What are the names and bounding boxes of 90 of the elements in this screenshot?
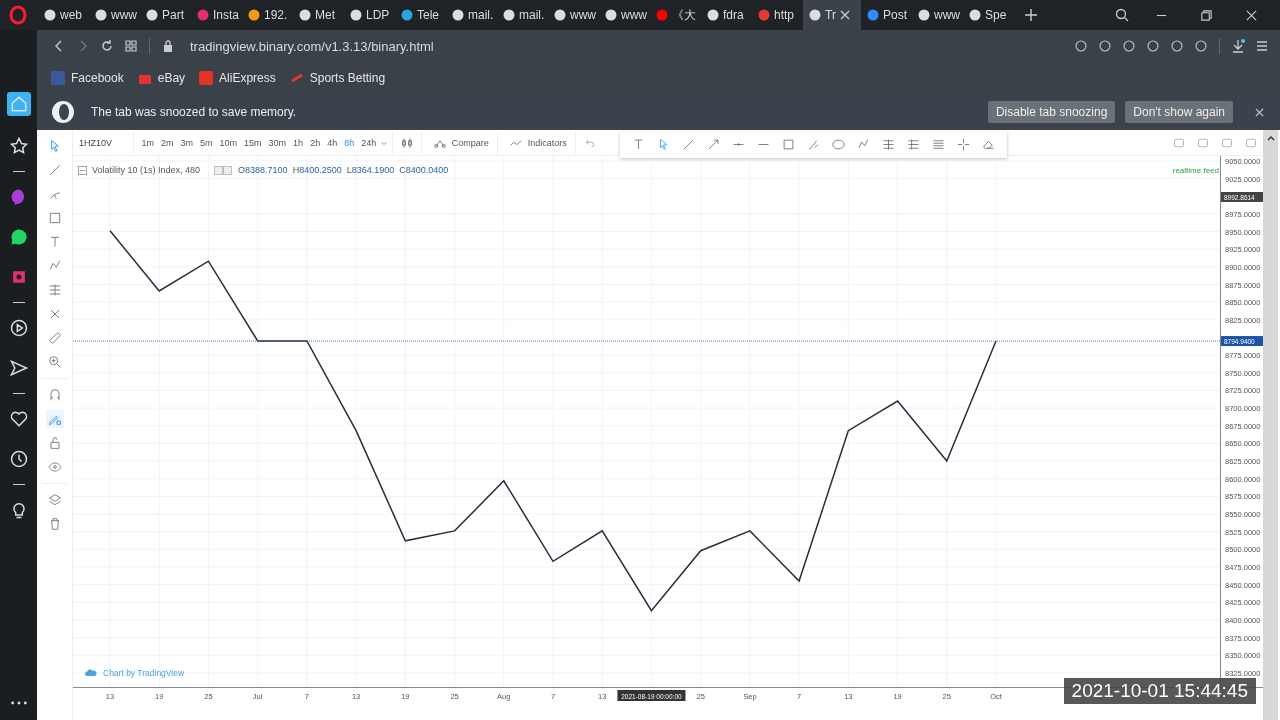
browser-tab[interactable]: Post [861, 0, 912, 30]
site-icon [350, 9, 362, 21]
browser-tab[interactable]: 《大 [650, 0, 701, 30]
collapse-icon[interactable] [78, 165, 87, 175]
site-icon [758, 9, 770, 21]
interval-button[interactable]: 1m [138, 137, 158, 148]
site-icon [248, 9, 260, 21]
new-tab-icon[interactable] [1024, 8, 1038, 22]
opera-logo-icon [51, 100, 75, 124]
browser-tab[interactable]: Tele [395, 0, 446, 30]
grid-icon[interactable] [124, 39, 138, 53]
notice-button[interactable]: Disable tab snoozing [987, 101, 1116, 123]
site-icon [95, 9, 107, 21]
bookmark-link[interactable]: eBay [157, 71, 186, 85]
browser-tab[interactable]: web [38, 0, 89, 30]
interval-button[interactable]: 2m [157, 137, 178, 148]
notice-message: The tab was snoozed to save memory. [91, 105, 297, 119]
compare-button[interactable]: Compare [425, 136, 493, 149]
slash-icon [289, 71, 304, 85]
facebook-icon [51, 71, 65, 85]
lock-icon [161, 39, 175, 53]
cloud-icon [85, 669, 97, 677]
download-icon[interactable] [1231, 39, 1245, 53]
whatsapp-icon[interactable] [8, 227, 29, 247]
ohlc-value: H8400.2500 [292, 165, 342, 175]
browser-tab[interactable]: mail. [497, 0, 548, 30]
interval-button[interactable]: 4h [323, 137, 341, 148]
star-icon[interactable] [8, 136, 29, 156]
browser-tab[interactable]: http [752, 0, 803, 30]
browser-tab[interactable]: www [548, 0, 599, 30]
ohlc-value: C8400.0400 [399, 165, 449, 175]
site-icon [809, 9, 821, 21]
interval-button[interactable]: 2h [306, 137, 324, 148]
interval-button[interactable]: 10m [216, 137, 241, 148]
timestamp-overlay: 2021-10-01 15:44:45 [1063, 678, 1256, 704]
interval-button[interactable]: 1h [289, 137, 307, 148]
interval-button[interactable]: 3m [177, 137, 197, 148]
site-icon [918, 9, 930, 21]
opera-logo-icon[interactable] [8, 5, 28, 25]
site-icon [146, 9, 158, 21]
notice-button[interactable]: Don't show again [1125, 101, 1233, 123]
browser-tab[interactable]: Tr [803, 0, 861, 30]
reload-icon[interactable] [100, 39, 114, 53]
site-icon [707, 9, 719, 21]
site-icon [44, 9, 56, 21]
pencil-lock-icon[interactable] [45, 410, 64, 428]
browser-tab[interactable]: Insta [191, 0, 242, 30]
ohlc-value: O8388.7100 [238, 165, 288, 175]
browser-tab[interactable]: fdra [701, 0, 752, 30]
browser-tab[interactable]: Spe [963, 0, 1014, 30]
play-icon[interactable] [8, 318, 29, 338]
site-icon [656, 9, 668, 21]
symbol-field[interactable]: 1HZ10V [73, 137, 129, 148]
browser-tab[interactable]: Part [140, 0, 191, 30]
site-icon [299, 9, 311, 21]
site-icon [867, 9, 879, 21]
browser-tab[interactable]: LDP [344, 0, 395, 30]
indicators-button[interactable]: Indicators [501, 136, 571, 149]
crosshair-icon[interactable] [955, 137, 971, 152]
restore-icon[interactable] [1200, 8, 1213, 22]
candles-icon[interactable] [400, 136, 413, 149]
browser-tab[interactable]: Met [293, 0, 344, 30]
site-icon [605, 9, 617, 21]
symbol-title: Volatility 10 (1s) Index, 480 [92, 165, 201, 175]
site-icon [503, 9, 515, 21]
bookmark-link[interactable]: Sports Betting [309, 71, 386, 85]
rectangle-icon[interactable] [780, 137, 796, 152]
ohlc-value: L8364.1900 [346, 165, 395, 175]
site-icon [969, 9, 981, 21]
more-icon[interactable] [9, 700, 28, 706]
browser-tab[interactable]: 192. [242, 0, 293, 30]
realtime-status: realtime feed [1172, 166, 1219, 175]
site-icon [401, 9, 413, 21]
clock-icon[interactable] [8, 449, 29, 469]
site-icon [554, 9, 566, 21]
browser-tab[interactable]: www [599, 0, 650, 30]
interval-button[interactable]: 15m [240, 137, 266, 148]
interval-button[interactable]: 5m [196, 137, 217, 148]
bookmark-link[interactable]: AliExpress [219, 71, 276, 85]
browser-tab[interactable]: www [912, 0, 963, 30]
browser-tab[interactable]: www [89, 0, 140, 30]
address-field[interactable]: tradingview.binary.com/v1.3.13/binary.html [190, 38, 434, 54]
bookmark-link[interactable]: Facebook [71, 71, 124, 85]
interval-button[interactable]: 24h [357, 137, 380, 148]
browser-tab[interactable]: mail. [446, 0, 497, 30]
interval-button[interactable]: 30m [265, 137, 290, 148]
menu-icon[interactable] [1255, 39, 1269, 53]
site-icon [197, 9, 209, 21]
home-icon[interactable] [6, 92, 31, 116]
site-icon [452, 9, 464, 21]
